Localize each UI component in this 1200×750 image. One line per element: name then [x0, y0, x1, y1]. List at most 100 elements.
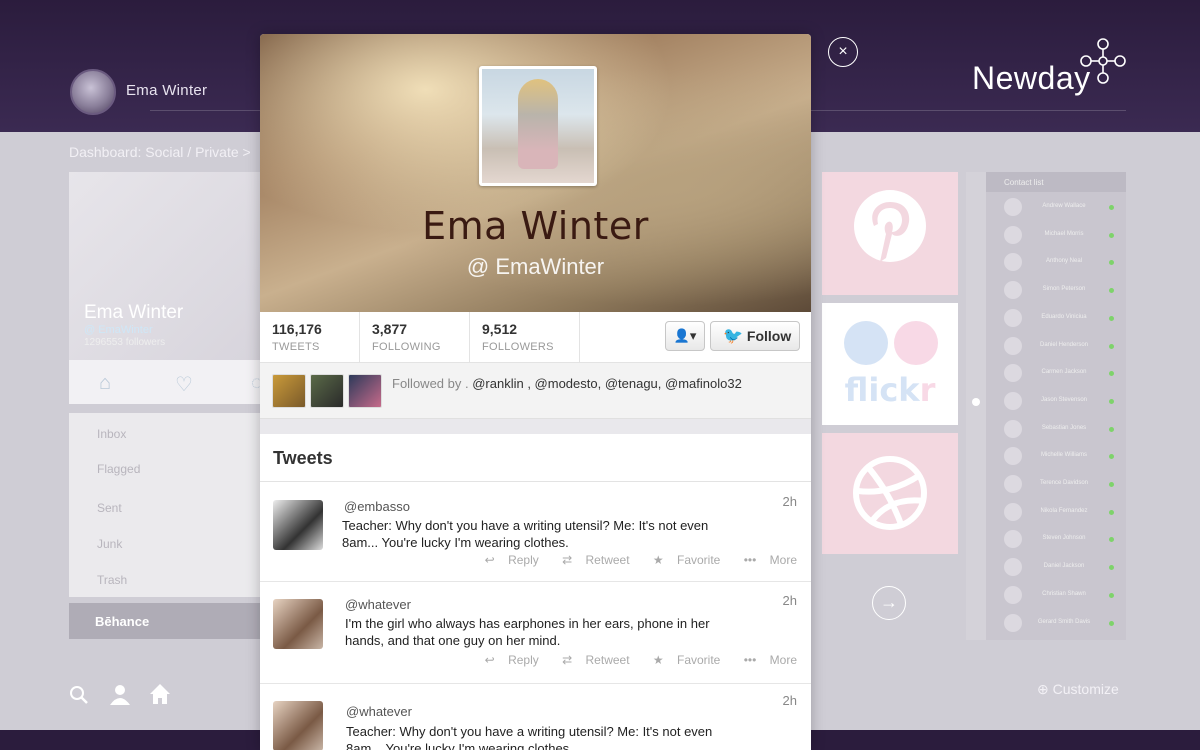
contact-row[interactable]: Jason Stevenson [986, 388, 1126, 415]
tweet-text: Teacher: Why don't you have a writing ut… [346, 724, 713, 750]
reply-button[interactable]: ↩ Reply [475, 653, 539, 667]
newday-logo-icon [1080, 38, 1126, 84]
mail-item-sent[interactable]: Sent [97, 501, 122, 515]
flickr-logo-text: flickr [844, 371, 936, 409]
mail-list: Inbox Flagged Sent Junk Trash [69, 413, 269, 597]
follow-label: Follow [746, 328, 792, 344]
more-button[interactable]: ••• More [734, 553, 797, 567]
heart-icon[interactable]: ♡ [175, 372, 193, 397]
contact-list-handle[interactable] [966, 172, 986, 640]
home-icon[interactable] [149, 683, 171, 705]
tweet-avatar[interactable] [273, 701, 323, 750]
tweet-text: I'm the girl who always has earphones in… [345, 616, 710, 648]
contact-row[interactable]: Simon Peterson [986, 277, 1126, 304]
mail-item-inbox[interactable]: Inbox [97, 427, 126, 441]
chevron-down-icon: ▾ [689, 328, 697, 343]
stat-label: TWEETS [272, 341, 320, 353]
follower-avatar[interactable] [272, 374, 306, 408]
pinterest-tile[interactable] [822, 172, 958, 295]
tweet-item[interactable]: @whatever 2h I'm the girl who always has… [260, 582, 811, 684]
profile-name: Ema Winter [84, 302, 184, 323]
flickr-tile[interactable]: flickr [822, 303, 958, 425]
online-status-icon [1109, 537, 1114, 543]
contact-row[interactable]: Nikola Fernandez [986, 499, 1126, 526]
dribbble-tile[interactable] [822, 433, 958, 554]
contact-avatar [1004, 530, 1022, 549]
close-button[interactable]: × [828, 37, 858, 67]
contact-row[interactable]: Carmen Jackson [986, 360, 1126, 387]
contact-name: Jason Stevenson [1040, 396, 1088, 403]
follow-button[interactable]: 🐦 Follow [710, 321, 800, 351]
contact-row[interactable]: Daniel Henderson [986, 333, 1126, 360]
user-name[interactable]: Ema Winter [126, 82, 207, 99]
more-button[interactable]: ••• More [734, 653, 797, 667]
online-status-icon [1109, 454, 1114, 460]
profile-name: Ema Winter [422, 204, 649, 248]
contact-avatar [1004, 253, 1022, 272]
contact-row[interactable]: Steven Johnson [986, 526, 1126, 553]
pinterest-icon [854, 190, 926, 262]
user-actions-dropdown[interactable]: 👤▾ [665, 321, 705, 351]
online-status-icon [1109, 343, 1114, 349]
contact-avatar [1004, 447, 1022, 466]
stat-followers[interactable]: 9,512 FOLLOWERS [470, 312, 580, 363]
tweet-username[interactable]: @whatever [345, 597, 411, 612]
follower-avatar[interactable] [348, 374, 382, 408]
favorite-button[interactable]: ★ Favorite [643, 653, 720, 667]
contact-row[interactable]: Andrew Wallace [986, 194, 1126, 221]
user-avatar[interactable] [70, 69, 116, 115]
online-status-icon [1109, 288, 1114, 294]
contact-row[interactable]: Christian Shawn [986, 582, 1126, 609]
follower-avatar[interactable] [310, 374, 344, 408]
followed-by-prefix: Followed by . [392, 376, 469, 391]
contact-avatar [1004, 475, 1022, 493]
stat-tweets[interactable]: 116,176 TWEETS [260, 312, 360, 363]
user-icon[interactable] [109, 683, 131, 705]
more-label: More [769, 653, 797, 667]
contact-row[interactable]: Michelle Williams [986, 443, 1126, 470]
profile-avatar[interactable] [479, 66, 597, 186]
mail-item-junk[interactable]: Junk [97, 537, 122, 551]
reply-button[interactable]: ↩ Reply [475, 553, 539, 567]
behance-bar[interactable]: Bēhance [69, 603, 269, 639]
contact-avatar [1004, 502, 1022, 521]
contact-row[interactable]: Anthony Neal [986, 249, 1126, 276]
reply-icon: ↩ [484, 653, 495, 667]
tweet-username[interactable]: @embasso [344, 499, 410, 514]
retweet-button[interactable]: ⇄ Retweet [552, 653, 629, 667]
favorite-label: Favorite [677, 553, 721, 567]
tweet-avatar[interactable] [273, 500, 323, 550]
profile-handle: @ EmaWinter [84, 324, 153, 336]
contact-row[interactable]: Eduardo Viniciua [986, 305, 1126, 332]
tweet-item[interactable]: @embasso 2h Teacher: Why don't you have … [260, 483, 811, 582]
next-arrow-button[interactable]: → [872, 586, 906, 620]
followed-by-bar: Followed by . @ranklin , @modesto, @tena… [260, 363, 811, 419]
contact-row[interactable]: Michael Morris [986, 222, 1126, 249]
customize-label: Customize [1052, 681, 1119, 697]
tweet-username[interactable]: @whatever [346, 704, 412, 719]
retweet-button[interactable]: ⇄ Retweet [552, 553, 629, 567]
star-icon: ★ [652, 653, 664, 667]
breadcrumb[interactable]: Dashboard: Social / Private > [69, 144, 251, 160]
contact-row[interactable]: Daniel Jackson [986, 554, 1126, 581]
contact-name: Nikola Fernandez [1040, 507, 1088, 514]
tweet-avatar[interactable] [273, 599, 323, 649]
stat-value: 3,877 [372, 321, 408, 337]
star-icon: ★ [652, 553, 664, 567]
mail-item-trash[interactable]: Trash [97, 573, 127, 587]
twitter-profile-popup: Ema Winter @ EmaWinter 116,176 TWEETS 3,… [260, 34, 811, 750]
favorite-button[interactable]: ★ Favorite [643, 553, 720, 567]
contact-row[interactable]: Gerard Smith Davis [986, 610, 1126, 637]
mail-item-flagged[interactable]: Flagged [97, 462, 140, 476]
customize-button[interactable]: ⊕ Customize [1037, 681, 1119, 698]
contact-row[interactable]: Terence Davidson [986, 471, 1126, 498]
tweet-item[interactable]: @whatever 2h Teacher: Why don't you have… [260, 684, 811, 750]
followed-by-names[interactable]: @ranklin , @modesto, @tenagu, @mafinolo3… [472, 376, 742, 391]
contact-name: Terence Davidson [1039, 480, 1089, 486]
stat-following[interactable]: 3,877 FOLLOWING [360, 312, 470, 363]
collapse-icon[interactable] [972, 398, 980, 406]
search-icon[interactable] [69, 685, 89, 705]
retweet-icon: ⇄ [562, 653, 573, 667]
home-icon[interactable]: ⌂ [99, 372, 111, 395]
contact-row[interactable]: Sebastian Jones [986, 416, 1126, 443]
